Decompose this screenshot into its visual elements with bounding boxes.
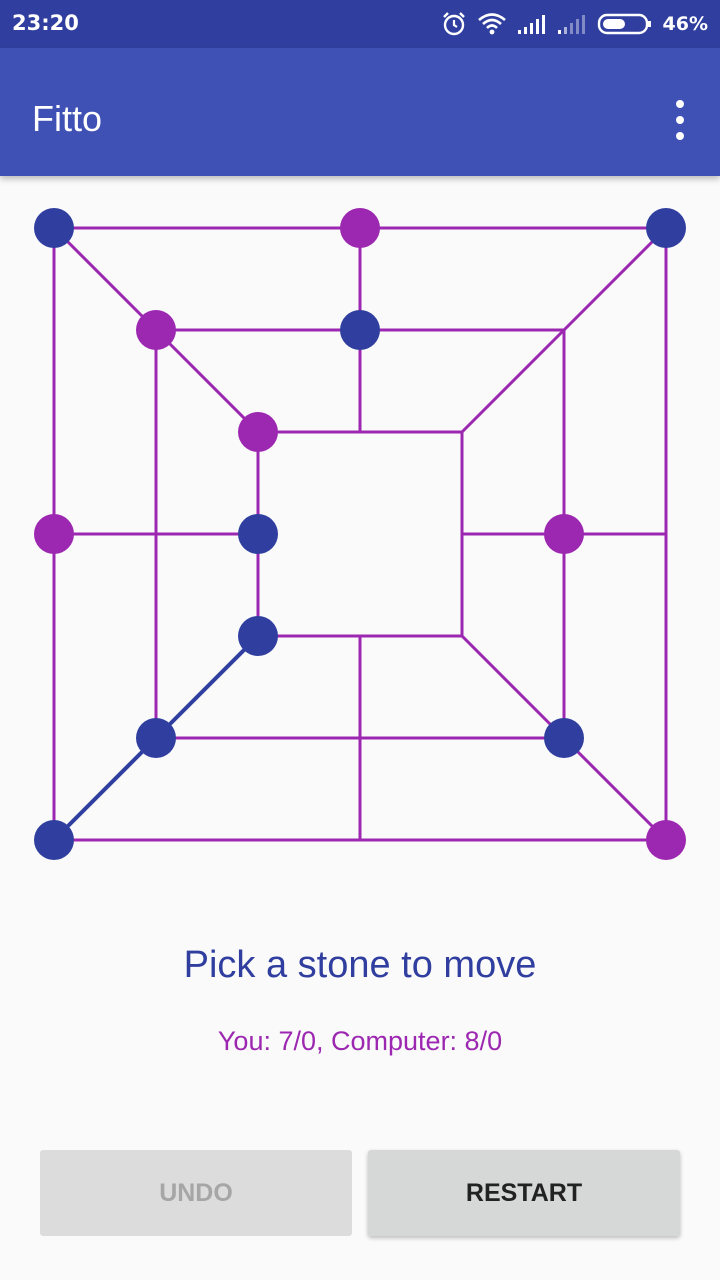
player-stone-middle-bottom-right[interactable] (544, 718, 584, 758)
board-line (460, 328, 566, 434)
restart-button[interactable]: RESTART (368, 1150, 680, 1236)
board-point-middle-top-right[interactable] (548, 314, 580, 346)
signal-icon (557, 15, 585, 34)
highlighted-mill-line (154, 634, 260, 740)
board-point-inner-top-right[interactable] (446, 416, 478, 448)
board-point-inner-bottom-middle[interactable] (344, 620, 376, 652)
player-stone-outer-top-right[interactable] (646, 208, 686, 248)
overflow-menu-icon[interactable] (668, 100, 692, 140)
board-line (562, 736, 668, 842)
board-point-outer-bottom-middle[interactable] (344, 824, 376, 856)
computer-stone-inner-top-left[interactable] (238, 412, 278, 452)
board-point-middle-bottom-middle[interactable] (344, 722, 376, 754)
computer-stone-outer-bottom-right[interactable] (646, 820, 686, 860)
wifi-icon (477, 13, 506, 35)
status-time: 23:20 (12, 11, 79, 35)
battery-icon (597, 13, 651, 35)
status-icons: 46% (441, 8, 708, 40)
player-stone-inner-middle-left[interactable] (238, 514, 278, 554)
board-line (52, 226, 158, 332)
computer-stone-middle-top-left[interactable] (136, 310, 176, 350)
board-point-inner-bottom-right[interactable] (446, 620, 478, 652)
player-stone-middle-top-middle[interactable] (340, 310, 380, 350)
alarm-icon (442, 12, 465, 36)
computer-stone-outer-top-middle[interactable] (340, 208, 380, 248)
app-bar: Fitto (0, 48, 720, 176)
player-stone-middle-bottom-left[interactable] (136, 718, 176, 758)
board-line (562, 226, 668, 332)
player-stone-inner-bottom-left[interactable] (238, 616, 278, 656)
signal-icon (517, 15, 545, 34)
board-line (460, 634, 566, 740)
computer-stone-middle-middle-right[interactable] (544, 514, 584, 554)
board-line (154, 328, 260, 434)
highlighted-mill-line (52, 736, 158, 842)
score-text: You: 7/0, Computer: 8/0 (217, 1026, 503, 1056)
board-point-inner-top-middle[interactable] (344, 416, 376, 448)
app-title: Fitto (32, 98, 103, 139)
board-point-outer-middle-right[interactable] (650, 518, 682, 550)
status-bar: 23:20 46% (0, 0, 720, 48)
board-point-inner-middle-right[interactable] (446, 518, 478, 550)
computer-stone-outer-middle-left[interactable] (34, 514, 74, 554)
undo-button[interactable]: UNDO (40, 1150, 352, 1236)
game-prompt: Pick a stone to move (183, 944, 537, 986)
board-point-middle-middle-left[interactable] (140, 518, 172, 550)
battery-percent: 46% (662, 13, 708, 35)
player-stone-outer-bottom-left[interactable] (34, 820, 74, 860)
player-stone-outer-top-left[interactable] (34, 208, 74, 248)
game-board (34, 208, 686, 860)
